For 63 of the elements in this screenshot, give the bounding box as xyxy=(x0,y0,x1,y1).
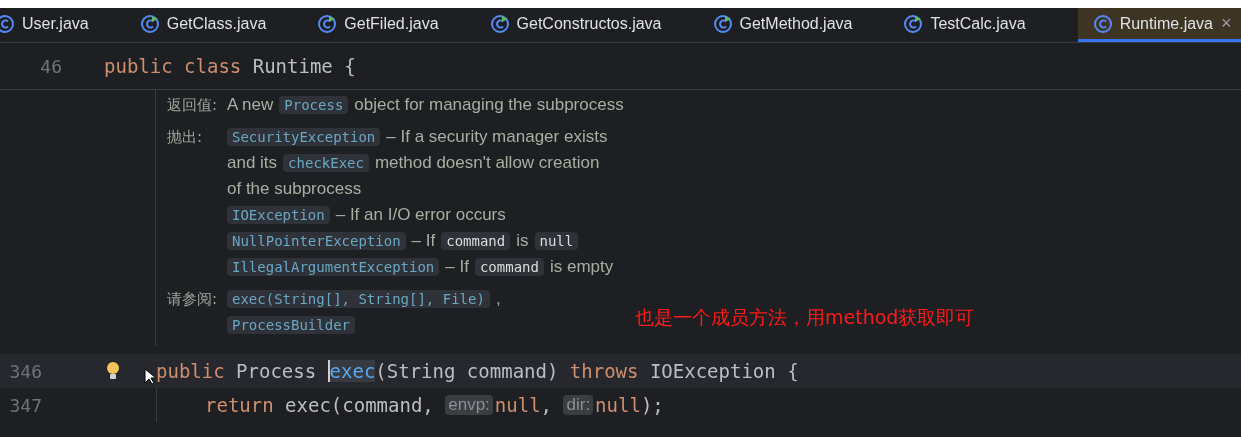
editor-tab[interactable]: TestCalc.java xyxy=(904,8,1050,42)
code-chip: command xyxy=(474,258,544,276)
code-link[interactable]: IllegalArgumentException xyxy=(227,258,440,276)
runnable-class-icon xyxy=(140,14,159,33)
editor-tab[interactable]: GetFiled.java xyxy=(318,8,463,42)
class-icon xyxy=(1093,14,1112,33)
close-icon[interactable]: × xyxy=(1221,13,1232,34)
code-text: Process xyxy=(236,360,318,382)
doc-text: – If a security manager exists xyxy=(386,127,608,147)
doc-text: and its xyxy=(227,153,278,173)
code-text: exec(command, xyxy=(285,394,435,416)
code-chip: command xyxy=(441,232,511,250)
code-link[interactable]: Process xyxy=(279,96,349,114)
code-chip: null xyxy=(534,232,579,250)
doc-text: is xyxy=(516,231,529,251)
code-text: , xyxy=(540,394,554,416)
editor-tab[interactable]: Runtime.java × xyxy=(1077,8,1241,42)
doc-text: – If xyxy=(411,231,436,251)
doc-text: – If xyxy=(445,257,469,277)
code-text: IOException { xyxy=(649,360,799,382)
code-text: (String command) xyxy=(375,360,560,382)
code-keyword: null xyxy=(595,394,641,416)
line-number: 346 xyxy=(8,360,42,382)
doc-text: A new xyxy=(227,95,274,115)
line-number: 46 xyxy=(39,55,63,77)
editor-tab[interactable]: GetClass.java xyxy=(140,8,291,42)
doc-text: of the subprocess xyxy=(227,179,362,199)
editor-tab[interactable]: GetConstructos.java xyxy=(490,8,686,42)
doc-label: 抛出: xyxy=(167,127,204,148)
runnable-class-icon xyxy=(318,14,337,33)
code-keyword: throws xyxy=(569,360,640,382)
code-text: Runtime { xyxy=(252,55,356,77)
doc-text: method doesn't allow creation xyxy=(374,153,600,173)
line-number: 347 xyxy=(8,394,42,416)
mouse-pointer-icon xyxy=(144,368,155,385)
lightbulb-icon[interactable] xyxy=(106,361,120,381)
doc-text: , xyxy=(495,289,501,309)
doc-text: object for managing the subprocess xyxy=(354,95,624,115)
code-link[interactable]: SecurityException xyxy=(227,128,381,146)
code-keyword: public xyxy=(156,360,226,382)
parameter-hint: envp: xyxy=(445,395,493,415)
code-link[interactable]: exec(String[], String[], File) xyxy=(227,290,490,308)
code-link[interactable]: IOException xyxy=(227,206,330,224)
annotation-text: 也是一个成员方法，用method获取即可 xyxy=(635,305,975,330)
doc-text: is empty xyxy=(549,257,614,277)
editor-tab[interactable]: User.java xyxy=(0,8,113,42)
doc-label: 返回值: xyxy=(167,95,219,116)
class-icon xyxy=(0,14,14,33)
runnable-class-icon xyxy=(713,14,732,33)
highlighted-identifier: exec xyxy=(327,360,376,382)
code-link[interactable]: ProcessBuilder xyxy=(227,316,355,334)
editor-tab[interactable]: GetMethod.java xyxy=(713,8,877,42)
runnable-class-icon xyxy=(490,14,509,33)
code-text: ); xyxy=(640,394,664,416)
code-keyword: return xyxy=(205,394,275,416)
code-link[interactable]: NullPointerException xyxy=(227,232,406,250)
runnable-class-icon xyxy=(904,14,923,33)
code-keyword: public class xyxy=(104,55,243,77)
doc-text: – If an I/O error occurs xyxy=(335,205,506,225)
doc-label: 请参阅: xyxy=(167,289,219,310)
parameter-hint: dir: xyxy=(563,395,594,415)
code-keyword: null xyxy=(494,394,541,416)
code-link[interactable]: checkExec xyxy=(283,154,369,172)
